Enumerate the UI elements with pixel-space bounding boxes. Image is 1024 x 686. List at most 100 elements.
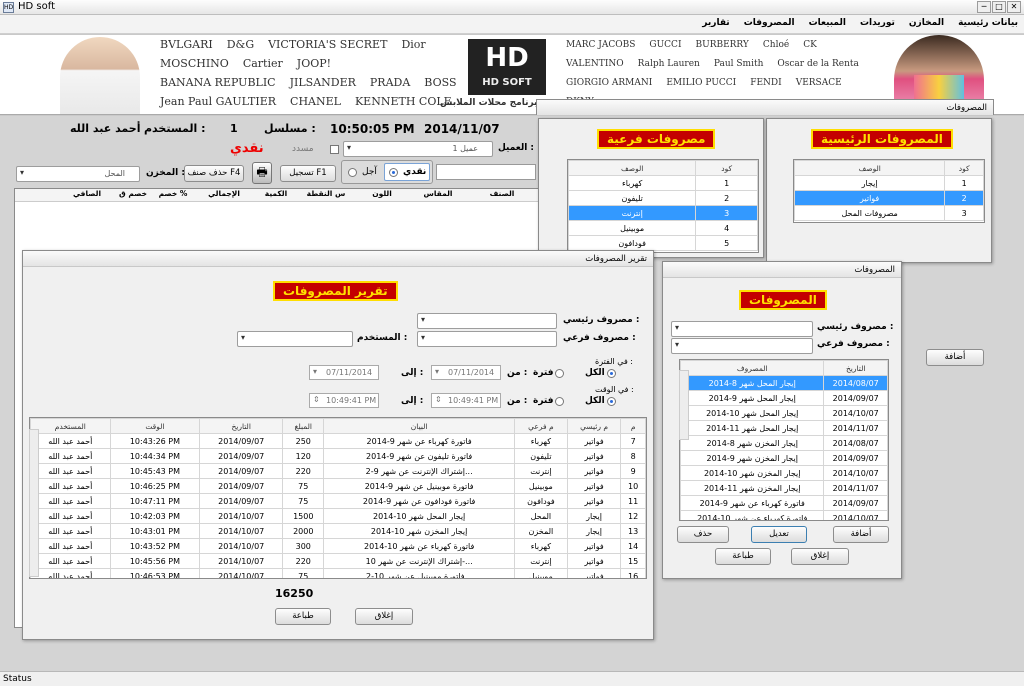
table-row[interactable]: أحمد عبد الله 10:46:25 PM 2014/09/07 75 فاتو… xyxy=(30,478,646,494)
exp-main-select[interactable] xyxy=(671,321,813,337)
table-cell: 220 xyxy=(282,553,325,569)
table-row[interactable]: مصروفات المحل 3 xyxy=(794,205,984,221)
cash-label: نقدي xyxy=(403,167,427,177)
main-expenses-table[interactable]: الوصف كود إيجار 1 فواتير 2 مصروفات المحل 3 xyxy=(793,159,985,223)
time-to-picker[interactable]: 10:49:41 PM xyxy=(309,393,379,408)
report-close-button[interactable]: إغلاق xyxy=(355,608,413,625)
table-row[interactable]: فواتير 2 xyxy=(794,190,984,206)
column-header[interactable]: م xyxy=(620,418,646,434)
table-cell: فواتير xyxy=(566,553,622,569)
table-row[interactable]: إيجار المخزن شهر 10-2014 2014/10/07 xyxy=(680,465,888,481)
delete-item-button[interactable]: حذف صنف F4 xyxy=(184,165,244,182)
table-row[interactable]: أحمد عبد الله 10:43:01 PM 2014/10/07 2000 إي… xyxy=(30,523,646,539)
table-row[interactable]: إيجار المحل شهر 11-2014 2014/11/07 xyxy=(680,420,888,436)
table-row[interactable]: أحمد عبد الله 10:43:26 PM 2014/09/07 250 فات… xyxy=(30,433,646,449)
column-header[interactable]: م فرعي xyxy=(513,418,568,434)
table-row[interactable]: فاتورة كهرباء عن شهر 9-2014 2014/09/07 xyxy=(680,495,888,511)
expenses-table[interactable]: المصروف التاريخ إيجار المحل شهر 8-2014 2014… xyxy=(679,359,889,521)
table-row[interactable]: فاتورة كهرباء عن شهر 10-2014 2014/10/07 xyxy=(680,510,888,520)
brand-logo: FENDI xyxy=(750,78,782,88)
table-row[interactable]: إيجار المحل شهر 10-2014 2014/10/07 xyxy=(680,405,888,421)
menu-stores[interactable]: المخازن xyxy=(909,18,944,28)
date-to-picker[interactable]: 07/11/2014 xyxy=(309,365,379,380)
table-row[interactable]: أحمد عبد الله 10:42:03 PM 2014/10/07 1500 إي… xyxy=(30,508,646,524)
customer-select[interactable]: عميل 1 xyxy=(343,141,493,157)
time-from-picker[interactable]: 10:49:41 PM xyxy=(431,393,501,408)
table-row[interactable]: موبينيل 4 xyxy=(568,220,758,236)
column-header[interactable]: التاريخ xyxy=(823,360,888,376)
later-radio[interactable] xyxy=(348,168,357,177)
table-row[interactable]: تليفون 2 xyxy=(568,190,758,206)
window-controls: ─ □ ✕ xyxy=(977,1,1021,13)
exp-add-button[interactable]: أضافة xyxy=(833,526,889,543)
item-search-input[interactable] xyxy=(436,164,536,180)
brand-logo: Dior xyxy=(401,38,426,51)
report-user-select[interactable] xyxy=(237,331,353,347)
expenses-scrollbar[interactable] xyxy=(679,370,689,440)
close-button[interactable]: ✕ xyxy=(1007,1,1021,13)
cash-radio[interactable] xyxy=(389,168,398,177)
time-all-radio[interactable] xyxy=(607,397,616,406)
exp-close-button[interactable]: إغلاق xyxy=(791,548,849,565)
report-print-button[interactable]: طباعة xyxy=(275,608,331,625)
maximize-button[interactable]: □ xyxy=(992,1,1006,13)
column-header[interactable]: الوصف xyxy=(568,160,697,176)
menu-supplies[interactable]: توريدات xyxy=(860,18,895,28)
column-header[interactable]: التاريخ xyxy=(199,418,284,434)
table-row[interactable]: كهرباء 1 xyxy=(568,175,758,191)
menu-sales[interactable]: المبيعات xyxy=(809,18,846,28)
table-row[interactable]: أحمد عبد الله 10:47:11 PM 2014/09/07 75 فاتو… xyxy=(30,493,646,509)
exp-sub-select[interactable] xyxy=(671,338,813,354)
menu-basic-data[interactable]: بيانات رئيسية xyxy=(958,18,1018,28)
table-cell: 1500 xyxy=(282,508,325,524)
exp-delete-button[interactable]: حذف xyxy=(677,526,729,543)
table-row[interactable]: إيجار المحل شهر 9-2014 2014/09/07 xyxy=(680,390,888,406)
table-row[interactable]: إيجار المحل شهر 8-2014 2014/08/07 xyxy=(680,375,888,391)
table-row[interactable]: أحمد عبد الله 10:43:52 PM 2014/10/07 300 فات… xyxy=(30,538,646,554)
exp-edit-button[interactable]: تعديل xyxy=(751,526,807,543)
table-row[interactable]: إيجار المخزن شهر 8-2014 2014/08/07 xyxy=(680,435,888,451)
table-row[interactable]: فودافون 5 xyxy=(568,235,758,251)
column-header[interactable]: البيان xyxy=(323,418,515,434)
table-cell: 10:44:34 PM xyxy=(109,448,201,464)
paid-checkbox[interactable] xyxy=(330,145,339,154)
time-range-radio[interactable] xyxy=(555,397,564,406)
table-row[interactable]: إيجار المخزن شهر 9-2014 2014/09/07 xyxy=(680,450,888,466)
column-header[interactable]: كود xyxy=(944,160,984,176)
table-cell: 2000 xyxy=(282,523,325,539)
table-row[interactable]: أحمد عبد الله 10:45:43 PM 2014/09/07 220 إشت… xyxy=(30,463,646,479)
report-sub-select[interactable] xyxy=(417,331,557,347)
column-header[interactable]: الوقت xyxy=(109,418,201,434)
report-main-select[interactable] xyxy=(417,313,557,329)
table-row[interactable]: إيجار المخزن شهر 11-2014 2014/11/07 xyxy=(680,480,888,496)
menu-expenses[interactable]: المصروفات xyxy=(744,18,795,28)
sub-expenses-table[interactable]: الوصف كود كهرباء 1 تليفون 2 إنترنت 3 موبينيل 4 فود… xyxy=(567,159,759,253)
column-header[interactable]: الوصف xyxy=(794,160,946,176)
column-header[interactable]: المبلغ xyxy=(282,418,325,434)
record-button[interactable]: تسجيل F1 xyxy=(280,165,336,182)
exp-print-button[interactable]: طباعة xyxy=(715,548,771,565)
table-cell: 75 xyxy=(282,493,325,509)
period-all-radio[interactable] xyxy=(607,369,616,378)
menu-reports[interactable]: تقارير xyxy=(702,18,729,28)
minimize-button[interactable]: ─ xyxy=(977,1,991,13)
brand-logo: BVLGARI xyxy=(160,38,213,51)
report-table[interactable]: المستخدم الوقت التاريخ المبلغ البيان م فرعي م … xyxy=(29,417,647,579)
table-row[interactable]: إيجار 1 xyxy=(794,175,984,191)
table-row[interactable]: إنترنت 3 xyxy=(568,205,758,221)
cash-option[interactable]: نقدي xyxy=(384,163,430,181)
report-scrollbar[interactable] xyxy=(29,429,39,577)
table-row[interactable]: أحمد عبد الله 10:44:34 PM 2014/09/07 120 فات… xyxy=(30,448,646,464)
table-row[interactable]: أحمد عبد الله 10:45:56 PM 2014/10/07 220 إشت… xyxy=(30,553,646,569)
period-range-radio[interactable] xyxy=(555,369,564,378)
column-header[interactable]: م رئيسي xyxy=(566,418,622,434)
table-row[interactable]: أحمد عبد الله 10:46:53 PM 2014/10/07 75 فاتو… xyxy=(30,568,646,578)
date-from-picker[interactable]: 07/11/2014 xyxy=(431,365,501,380)
column-header[interactable]: المستخدم xyxy=(30,418,111,434)
bg-add-button[interactable]: أضافة xyxy=(926,349,984,366)
printer-icon[interactable]: 🖶 xyxy=(252,162,272,184)
table-cell: 2014/11/07 xyxy=(823,480,888,496)
column-header[interactable]: كود xyxy=(695,160,758,176)
store-select[interactable]: المحل xyxy=(16,166,140,182)
column-header[interactable]: المصروف xyxy=(680,360,825,376)
